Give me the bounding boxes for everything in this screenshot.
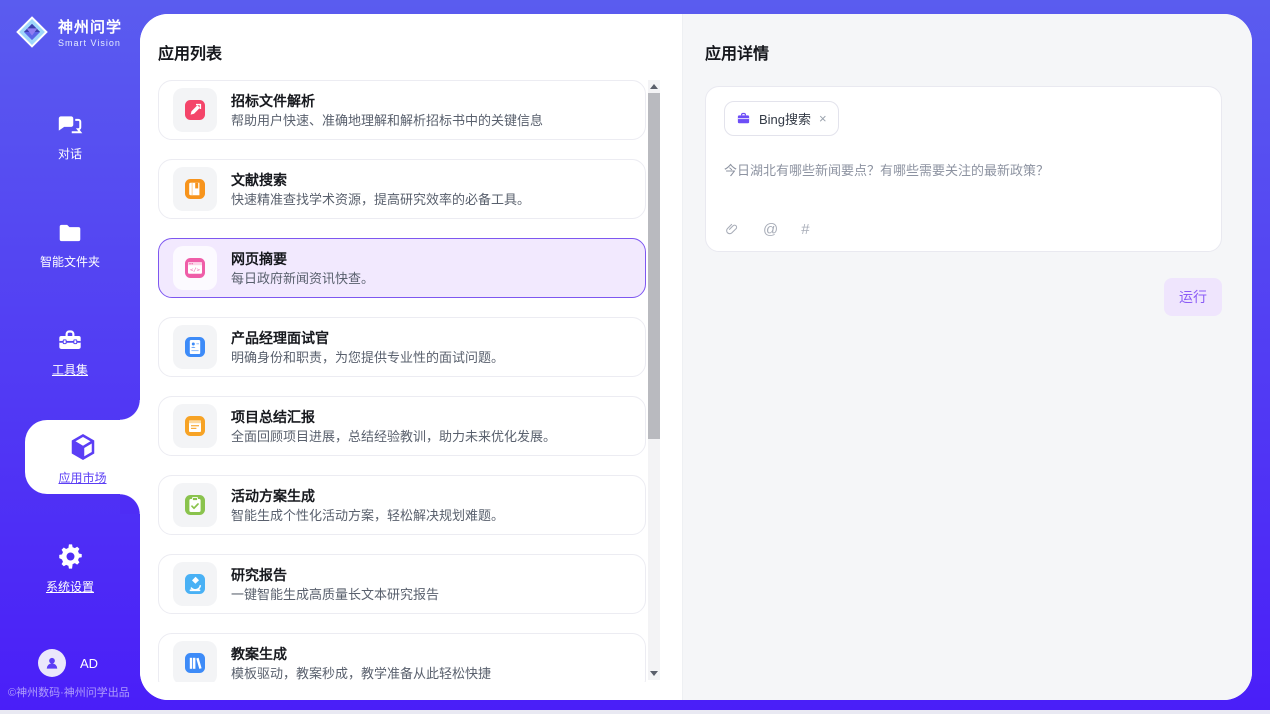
sidebar-item-label: 应用市场 bbox=[25, 469, 140, 486]
brand-subtitle: Smart Vision bbox=[58, 38, 122, 48]
scroll-up-icon[interactable] bbox=[650, 84, 658, 89]
user-account[interactable]: AD bbox=[38, 649, 98, 677]
briefcase-icon bbox=[736, 111, 751, 126]
app-desc: 模板驱动，教案秒成，教学准备从此轻松快捷 bbox=[231, 667, 491, 680]
report-note-icon bbox=[173, 404, 217, 448]
gear-icon bbox=[56, 542, 85, 571]
app-row-webpage-summary[interactable]: </> 网页摘要 每日政府新闻资讯快查。 bbox=[158, 238, 646, 298]
toolbox-icon bbox=[55, 327, 85, 354]
app-row-literature-search[interactable]: 文献搜索 快速精准查找学术资源，提高研究效率的必备工具。 bbox=[158, 159, 646, 219]
copyright-footer: ©神州数码·神州问学出品 bbox=[8, 684, 130, 700]
query-text[interactable]: 今日湖北有哪些新闻要点？有哪些需要关注的最新政策？ bbox=[724, 160, 1203, 179]
svg-text:</>: </> bbox=[190, 268, 201, 274]
webpage-code-icon: </> bbox=[173, 246, 217, 290]
cube-icon bbox=[68, 432, 98, 462]
sidebar-item-label: 智能文件夹 bbox=[0, 253, 140, 270]
sidebar-item-label: 对话 bbox=[0, 145, 140, 162]
books-icon bbox=[173, 641, 217, 682]
app-row-project-summary[interactable]: 项目总结汇报 全面回顾项目进展，总结经验教训，助力未来优化发展。 bbox=[158, 396, 646, 456]
sidebar-item-app-market[interactable]: 应用市场 bbox=[25, 420, 140, 494]
app-desc: 明确身份和职责，为您提供专业性的面试问题。 bbox=[231, 351, 504, 364]
main-content: 应用列表 招标文件解析 帮助用户快速、准确地理解和解析招标书中的关键信息 文献搜… bbox=[140, 14, 1252, 700]
app-detail-title: 应用详情 bbox=[705, 40, 1222, 64]
app-row-bid-parse[interactable]: 招标文件解析 帮助用户快速、准确地理解和解析招标书中的关键信息 bbox=[158, 80, 646, 140]
app-detail-panel: 应用详情 Bing搜索 × 今日湖北有哪些新闻要点？有哪些需要关注的最新政策？ … bbox=[682, 14, 1252, 700]
app-list-scrollbar[interactable] bbox=[648, 80, 660, 680]
folder-icon bbox=[55, 220, 85, 246]
app-desc: 每日政府新闻资讯快查。 bbox=[231, 272, 374, 285]
app-name: 文献搜索 bbox=[231, 173, 530, 187]
sidebar-item-settings[interactable]: 系统设置 bbox=[0, 542, 140, 595]
query-card[interactable]: Bing搜索 × 今日湖北有哪些新闻要点？有哪些需要关注的最新政策？ @ # bbox=[705, 86, 1222, 252]
microscope-icon bbox=[173, 562, 217, 606]
bottom-edge-strip bbox=[0, 710, 1270, 714]
sidebar-item-toolset[interactable]: 工具集 bbox=[0, 327, 140, 378]
app-name: 教案生成 bbox=[231, 647, 491, 661]
app-row-research-report[interactable]: 研究报告 一键智能生成高质量长文本研究报告 bbox=[158, 554, 646, 614]
sidebar-item-chat[interactable]: 对话 bbox=[0, 110, 140, 162]
brand-logo: 神州问学 Smart Vision bbox=[0, 0, 140, 50]
brand-name: 神州问学 bbox=[58, 16, 122, 37]
chat-icon bbox=[55, 110, 85, 138]
app-list-panel: 应用列表 招标文件解析 帮助用户快速、准确地理解和解析招标书中的关键信息 文献搜… bbox=[140, 14, 682, 700]
app-desc: 全面回顾项目进展，总结经验教训，助力未来优化发展。 bbox=[231, 430, 556, 443]
close-icon[interactable]: × bbox=[819, 111, 827, 126]
literature-book-icon bbox=[173, 167, 217, 211]
person-icon bbox=[43, 654, 61, 672]
app-row-lesson-plan[interactable]: 教案生成 模板驱动，教案秒成，教学准备从此轻松快捷 bbox=[158, 633, 646, 682]
app-row-pm-interviewer[interactable]: 产品经理面试官 明确身份和职责，为您提供专业性的面试问题。 bbox=[158, 317, 646, 377]
brand-diamond-icon bbox=[14, 14, 50, 50]
app-list-title: 应用列表 bbox=[158, 40, 682, 64]
app-desc: 快速精准查找学术资源，提高研究效率的必备工具。 bbox=[231, 193, 530, 206]
app-name: 活动方案生成 bbox=[231, 489, 504, 503]
app-desc: 帮助用户快速、准确地理解和解析招标书中的关键信息 bbox=[231, 114, 543, 127]
clipboard-check-icon bbox=[173, 483, 217, 527]
tool-tag-bing-search[interactable]: Bing搜索 × bbox=[724, 101, 839, 136]
resume-person-icon bbox=[173, 325, 217, 369]
app-list: 招标文件解析 帮助用户快速、准确地理解和解析招标书中的关键信息 文献搜索 快速精… bbox=[158, 80, 646, 682]
app-name: 项目总结汇报 bbox=[231, 410, 556, 424]
avatar bbox=[38, 649, 66, 677]
app-row-activity-plan[interactable]: 活动方案生成 智能生成个性化活动方案，轻松解决规划难题。 bbox=[158, 475, 646, 535]
attachment-toolbar: @ # bbox=[724, 221, 810, 238]
sidebar-item-smart-folder[interactable]: 智能文件夹 bbox=[0, 220, 140, 270]
scroll-down-icon[interactable] bbox=[650, 671, 658, 676]
app-name: 招标文件解析 bbox=[231, 94, 543, 108]
user-initials: AD bbox=[80, 656, 98, 671]
app-desc: 智能生成个性化活动方案，轻松解决规划难题。 bbox=[231, 509, 504, 522]
sidebar-item-label: 工具集 bbox=[0, 361, 140, 378]
mention-at-icon[interactable]: @ bbox=[763, 221, 778, 238]
app-desc: 一键智能生成高质量长文本研究报告 bbox=[231, 588, 439, 601]
scrollbar-thumb[interactable] bbox=[648, 93, 660, 439]
bid-document-edit-icon bbox=[173, 88, 217, 132]
tool-tag-label: Bing搜索 bbox=[759, 109, 811, 128]
app-name: 产品经理面试官 bbox=[231, 331, 504, 345]
sidebar-item-label: 系统设置 bbox=[0, 578, 140, 595]
hashtag-icon[interactable]: # bbox=[801, 221, 809, 238]
app-name: 网页摘要 bbox=[231, 252, 374, 266]
paperclip-icon[interactable] bbox=[724, 221, 740, 238]
app-name: 研究报告 bbox=[231, 568, 439, 582]
sidebar: 神州问学 Smart Vision 对话 智能文件夹 工具集 bbox=[0, 0, 140, 710]
run-button[interactable]: 运行 bbox=[1164, 278, 1222, 316]
